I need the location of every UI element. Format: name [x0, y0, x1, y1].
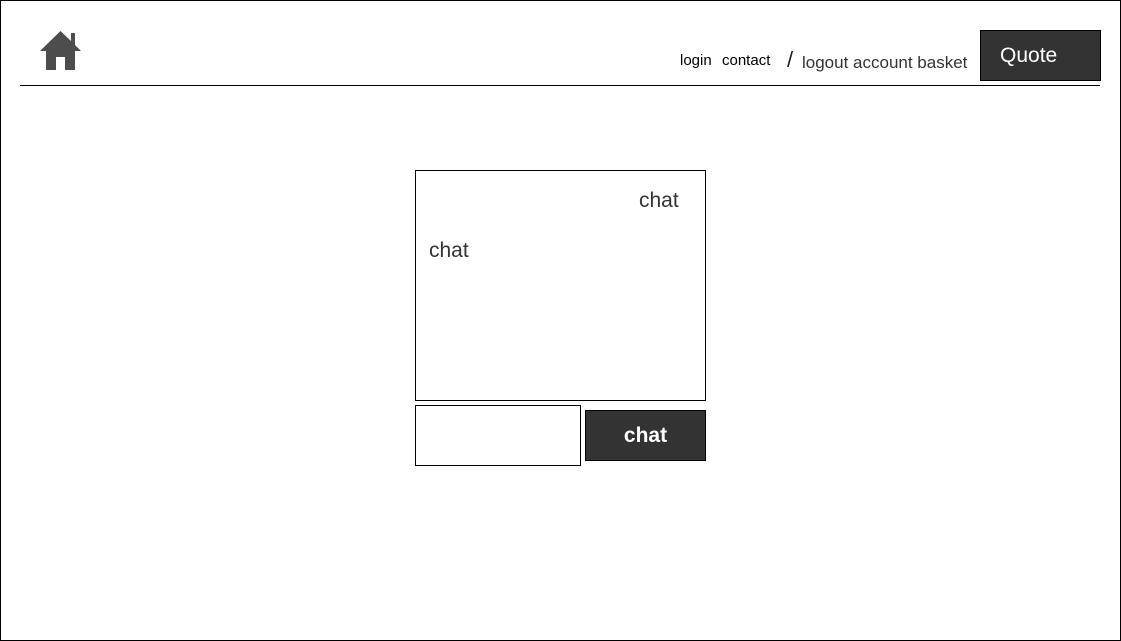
chat-log: chat chat: [415, 170, 706, 401]
home-icon[interactable]: [40, 30, 81, 71]
quote-button-label: Quote: [1000, 44, 1058, 67]
account-links[interactable]: logout account basket: [802, 53, 967, 73]
header-divider: [20, 85, 1100, 86]
nav-separator: /: [787, 47, 794, 72]
quote-button[interactable]: Quote: [980, 30, 1101, 81]
chat-send-button[interactable]: chat: [585, 410, 706, 461]
contact-link[interactable]: contact: [722, 52, 770, 69]
chat-message-outgoing: chat: [639, 189, 679, 212]
chat-message-incoming: chat: [429, 239, 469, 262]
chat-input[interactable]: [415, 405, 581, 466]
home-icon-graphic: [40, 31, 81, 70]
login-link[interactable]: login: [680, 52, 712, 69]
